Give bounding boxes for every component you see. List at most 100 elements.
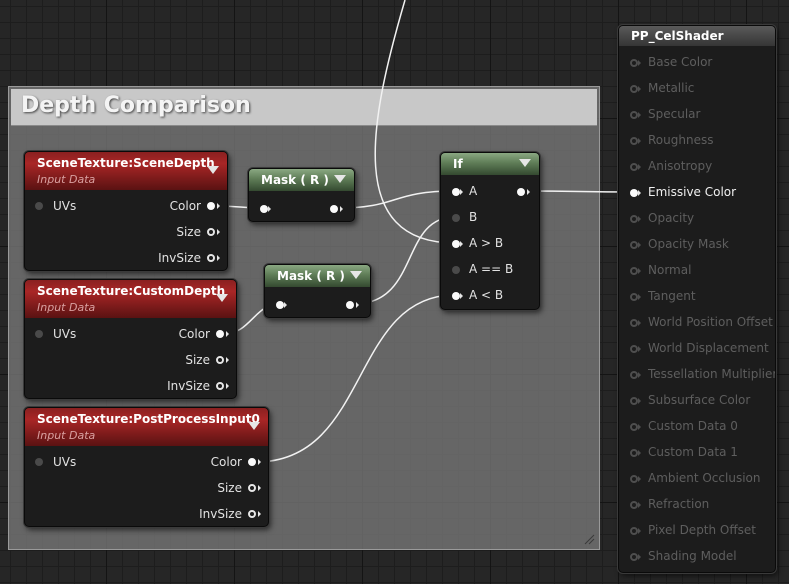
- pin-label: Base Color: [648, 55, 713, 69]
- input-pin-world-displacement[interactable]: [630, 345, 638, 353]
- output-input-row-roughness: Roughness: [619, 133, 775, 151]
- node-scene-depth[interactable]: SceneTexture:SceneDepth Input Data UVs C…: [24, 151, 228, 271]
- pin-arrow-icon: [356, 302, 359, 308]
- pin-arrow-icon: [638, 554, 641, 560]
- input-pin-world-position-offset[interactable]: [630, 319, 638, 327]
- input-row-uvs: UVs Color: [25, 455, 268, 473]
- output-pin-invsize[interactable]: [216, 382, 224, 390]
- pin-label: Shading Model: [648, 549, 737, 563]
- output-pin-invsize[interactable]: [248, 510, 256, 518]
- input-pin-anisotropy[interactable]: [630, 163, 638, 171]
- output-input-row-tessellation-multiplier: Tessellation Multiplier: [619, 367, 776, 385]
- input-pin-ambient-occlusion[interactable]: [630, 475, 638, 483]
- comment-title: Depth Comparison: [21, 93, 251, 118]
- input-pin[interactable]: [276, 301, 284, 309]
- input-row-a-eq-b: A == B: [441, 261, 539, 279]
- output-input-row-opacity-mask: Opacity Mask: [619, 237, 775, 255]
- collapse-arrow-icon[interactable]: [350, 271, 362, 279]
- input-pin-tessellation-multiplier[interactable]: [630, 371, 638, 379]
- input-pin-metallic[interactable]: [630, 85, 638, 93]
- pin-label: Normal: [648, 263, 692, 277]
- pin-arrow-icon: [638, 528, 641, 534]
- collapse-arrow-icon[interactable]: [248, 422, 260, 430]
- input-pin-specular[interactable]: [630, 111, 638, 119]
- output-pin-invsize[interactable]: [207, 254, 215, 262]
- input-pin-a-eq-b[interactable]: [452, 266, 460, 274]
- input-pin-refraction[interactable]: [630, 501, 638, 509]
- output-pin-size[interactable]: [216, 356, 224, 364]
- input-pin-a[interactable]: [452, 188, 460, 196]
- collapse-arrow-icon[interactable]: [334, 175, 346, 183]
- output-pin-size[interactable]: [248, 484, 256, 492]
- output-pin-color[interactable]: [207, 202, 215, 210]
- node-output-pp-celshader[interactable]: PP_CelShader Base Color Metallic Specular R…: [618, 25, 776, 573]
- node-title: SceneTexture:CustomDepth: [37, 284, 226, 298]
- pin-arrow-icon: [258, 485, 261, 491]
- node-header[interactable]: If: [441, 153, 539, 175]
- pin-label: Custom Data 1: [648, 445, 738, 459]
- node-title: Mask ( R ): [277, 269, 345, 283]
- input-pin-shading-model[interactable]: [630, 553, 638, 561]
- input-pin-subsurface-color[interactable]: [630, 397, 638, 405]
- input-pin-pixel-depth-offset[interactable]: [630, 527, 638, 535]
- collapse-arrow-icon[interactable]: [519, 159, 531, 167]
- collapse-arrow-icon[interactable]: [207, 166, 219, 174]
- pin-label: Size: [185, 353, 210, 367]
- node-post-process-input[interactable]: SceneTexture:PostProcessInput0 Input Dat…: [24, 407, 269, 527]
- input-pin-uvs[interactable]: [35, 458, 43, 466]
- pin-arrow-icon: [638, 294, 641, 300]
- output-pin-color[interactable]: [216, 330, 224, 338]
- pin-label: UVs: [53, 455, 77, 469]
- node-header[interactable]: SceneTexture:PostProcessInput0 Input Dat…: [25, 408, 268, 446]
- comment-header[interactable]: Depth Comparison: [11, 89, 597, 126]
- output-pin-size[interactable]: [207, 228, 215, 236]
- input-pin-custom-data-0[interactable]: [630, 423, 638, 431]
- input-pin[interactable]: [260, 205, 268, 213]
- input-pin-opacity-mask[interactable]: [630, 241, 638, 249]
- pin-label: Size: [217, 481, 242, 495]
- node-header[interactable]: PP_CelShader: [619, 26, 775, 46]
- output-pin-color[interactable]: [248, 458, 256, 466]
- node-title: SceneTexture:SceneDepth: [37, 156, 215, 170]
- output-input-row-subsurface-color: Subsurface Color: [619, 393, 775, 411]
- pin-label: Refraction: [648, 497, 710, 511]
- pin-arrow-icon: [638, 138, 641, 144]
- input-pin-opacity[interactable]: [630, 215, 638, 223]
- pin-label: Tangent: [648, 289, 696, 303]
- input-pin-normal[interactable]: [630, 267, 638, 275]
- output-input-row-shading-model: Shading Model: [619, 549, 775, 567]
- output-input-row-tangent: Tangent: [619, 289, 775, 307]
- input-pin-b[interactable]: [452, 214, 460, 222]
- node-header[interactable]: SceneTexture:SceneDepth Input Data: [25, 152, 227, 190]
- pin-label: Roughness: [648, 133, 714, 147]
- pin-label: Tessellation Multiplier: [648, 367, 776, 381]
- resize-grip-icon[interactable]: [583, 533, 595, 545]
- output-pin-result[interactable]: [517, 188, 525, 196]
- input-pin-uvs[interactable]: [35, 330, 43, 338]
- input-pin-custom-data-1[interactable]: [630, 449, 638, 457]
- node-header[interactable]: Mask ( R ): [249, 169, 354, 191]
- node-custom-depth[interactable]: SceneTexture:CustomDepth Input Data UVs …: [24, 279, 237, 399]
- input-pin-base-color[interactable]: [630, 59, 638, 67]
- input-pin-a-lt-b[interactable]: [452, 292, 460, 300]
- output-pin[interactable]: [346, 301, 354, 309]
- pin-label: InvSize: [167, 379, 210, 393]
- node-if[interactable]: If A B A > B A == B A < B: [440, 152, 540, 310]
- input-pin-uvs[interactable]: [35, 202, 43, 210]
- input-pin-a-gt-b[interactable]: [452, 240, 460, 248]
- node-mask-r-2[interactable]: Mask ( R ): [264, 264, 371, 318]
- node-header[interactable]: SceneTexture:CustomDepth Input Data: [25, 280, 236, 318]
- input-pin-roughness[interactable]: [630, 137, 638, 145]
- output-row-size: Size: [25, 353, 236, 371]
- pin-arrow-icon: [226, 331, 229, 337]
- input-pin-emissive-color[interactable]: [630, 189, 638, 197]
- output-pin[interactable]: [330, 205, 338, 213]
- collapse-arrow-icon[interactable]: [216, 294, 228, 302]
- pin-label: InvSize: [158, 251, 201, 265]
- input-pin-tangent[interactable]: [630, 293, 638, 301]
- node-mask-r-1[interactable]: Mask ( R ): [248, 168, 355, 222]
- pin-label: InvSize: [199, 507, 242, 521]
- node-header[interactable]: Mask ( R ): [265, 265, 370, 287]
- pin-label: Custom Data 0: [648, 419, 738, 433]
- output-row-size: Size: [25, 481, 268, 499]
